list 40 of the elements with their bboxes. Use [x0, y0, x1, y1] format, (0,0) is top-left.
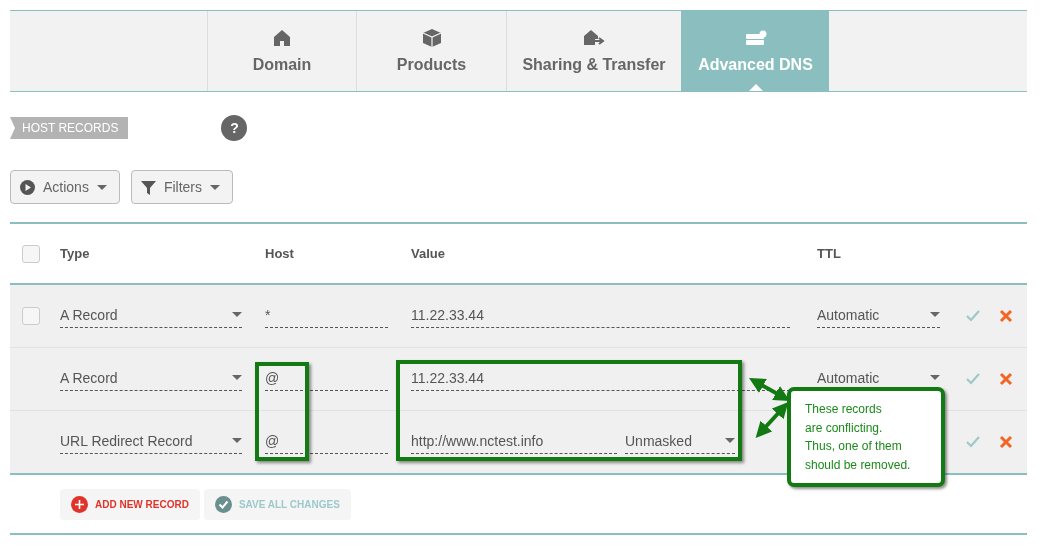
- plus-icon: [71, 496, 88, 513]
- value-field[interactable]: 11.22.33.44: [411, 367, 790, 391]
- check-icon[interactable]: [965, 308, 981, 324]
- house-arrow-icon: [583, 28, 605, 48]
- column-header: Value: [411, 246, 446, 261]
- type-select[interactable]: URL Redirect Record: [60, 430, 242, 454]
- actions-button[interactable]: Actions: [10, 170, 120, 204]
- column-header: TTL: [817, 246, 842, 261]
- house-icon: [271, 28, 293, 48]
- close-icon[interactable]: [998, 434, 1014, 450]
- host-field[interactable]: @: [265, 430, 388, 454]
- check-circle-icon: [214, 496, 232, 513]
- tab[interactable]: Domain: [207, 11, 356, 91]
- close-icon[interactable]: [998, 308, 1014, 324]
- host-field[interactable]: @: [265, 367, 388, 391]
- server-icon: [744, 28, 767, 48]
- type-select[interactable]: A Record: [60, 304, 242, 328]
- close-icon[interactable]: [998, 371, 1014, 387]
- value-field[interactable]: http://www.nctest.info: [411, 430, 617, 454]
- row-checkbox[interactable]: [22, 307, 40, 325]
- ttl-select[interactable]: Automatic: [817, 304, 940, 328]
- callout-note: These records are conflicting. Thus, one of them should be removed.: [787, 387, 945, 487]
- play-icon: [20, 179, 35, 195]
- add-record-button[interactable]: ADD NEW RECORD: [60, 489, 200, 520]
- check-icon[interactable]: [965, 371, 981, 387]
- section-label: HOST RECORDS: [10, 117, 129, 139]
- box-icon: [420, 28, 443, 48]
- select-all-checkbox[interactable]: [22, 244, 40, 263]
- filter-icon: [140, 179, 156, 195]
- tab-pointer: [748, 84, 763, 91]
- column-header: Type: [60, 246, 91, 261]
- help-button[interactable]: ?: [221, 115, 248, 141]
- column-header: Host: [265, 246, 295, 261]
- filters-button[interactable]: Filters: [130, 170, 234, 204]
- mask-select[interactable]: Unmasked: [625, 430, 735, 454]
- host-field[interactable]: *: [265, 304, 388, 328]
- value-field[interactable]: 11.22.33.44: [411, 304, 790, 328]
- type-select[interactable]: A Record: [60, 367, 242, 391]
- tab[interactable]: Products: [356, 11, 506, 91]
- check-icon[interactable]: [965, 434, 981, 450]
